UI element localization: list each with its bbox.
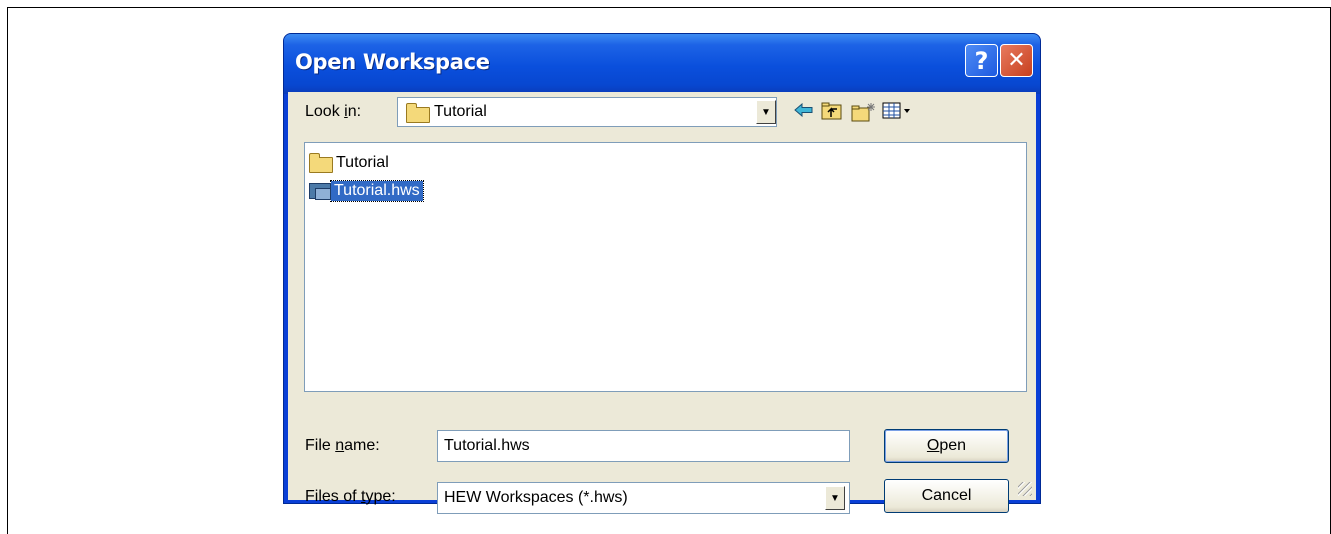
chevron-down-icon: ▼ (761, 106, 771, 118)
look-in-dropdown-button[interactable]: ▼ (756, 100, 776, 124)
file-type-label: Files of type: (305, 488, 396, 505)
close-button[interactable]: ✕ (1000, 44, 1033, 77)
back-icon[interactable] (794, 102, 814, 120)
file-type-value: HEW Workspaces (*.hws) (444, 489, 628, 506)
file-name-input[interactable]: Tutorial.hws (437, 430, 850, 462)
view-menu-icon[interactable] (882, 102, 914, 123)
resize-grip-icon[interactable] (1018, 482, 1032, 496)
workspace-icon (309, 183, 331, 200)
open-button[interactable]: Open (884, 429, 1009, 463)
title-bar[interactable]: Open Workspace ? ✕ (284, 34, 1040, 94)
file-name-value: Tutorial.hws (444, 437, 530, 454)
open-workspace-dialog: Open Workspace ? ✕ Look in: Tutorial ▼ T… (283, 33, 1041, 514)
dialog-client-area: Look in: Tutorial ▼ Tutorial Tutorial.hw… (288, 92, 1036, 514)
new-folder-icon[interactable] (851, 102, 877, 125)
file-list[interactable]: Tutorial Tutorial.hws (304, 142, 1027, 392)
cancel-button[interactable]: Cancel (884, 479, 1009, 513)
look-in-dropdown[interactable]: Tutorial (397, 97, 777, 127)
open-button-label: Open (926, 437, 967, 454)
look-in-value: Tutorial (434, 103, 487, 120)
cancel-button-label: Cancel (921, 487, 972, 504)
file-type-dropdown[interactable]: HEW Workspaces (*.hws) (437, 482, 850, 514)
look-in-label: Look in: (305, 103, 362, 120)
close-icon: ✕ (1007, 48, 1026, 73)
up-folder-icon[interactable] (821, 102, 843, 123)
folder-icon (309, 152, 333, 173)
file-type-dropdown-button[interactable]: ▼ (825, 486, 845, 510)
chevron-down-icon: ▼ (830, 492, 840, 504)
list-item-folder[interactable]: Tutorial (309, 151, 392, 175)
list-item-label: Tutorial (336, 154, 389, 171)
list-item-workspace[interactable]: Tutorial.hws (309, 179, 424, 203)
file-name-label: File name: (305, 437, 380, 454)
list-item-label: Tutorial.hws (330, 180, 424, 202)
dialog-title: Open Workspace (295, 50, 490, 74)
folder-icon (406, 103, 430, 123)
help-button[interactable]: ? (965, 44, 998, 77)
help-icon: ? (974, 46, 989, 75)
